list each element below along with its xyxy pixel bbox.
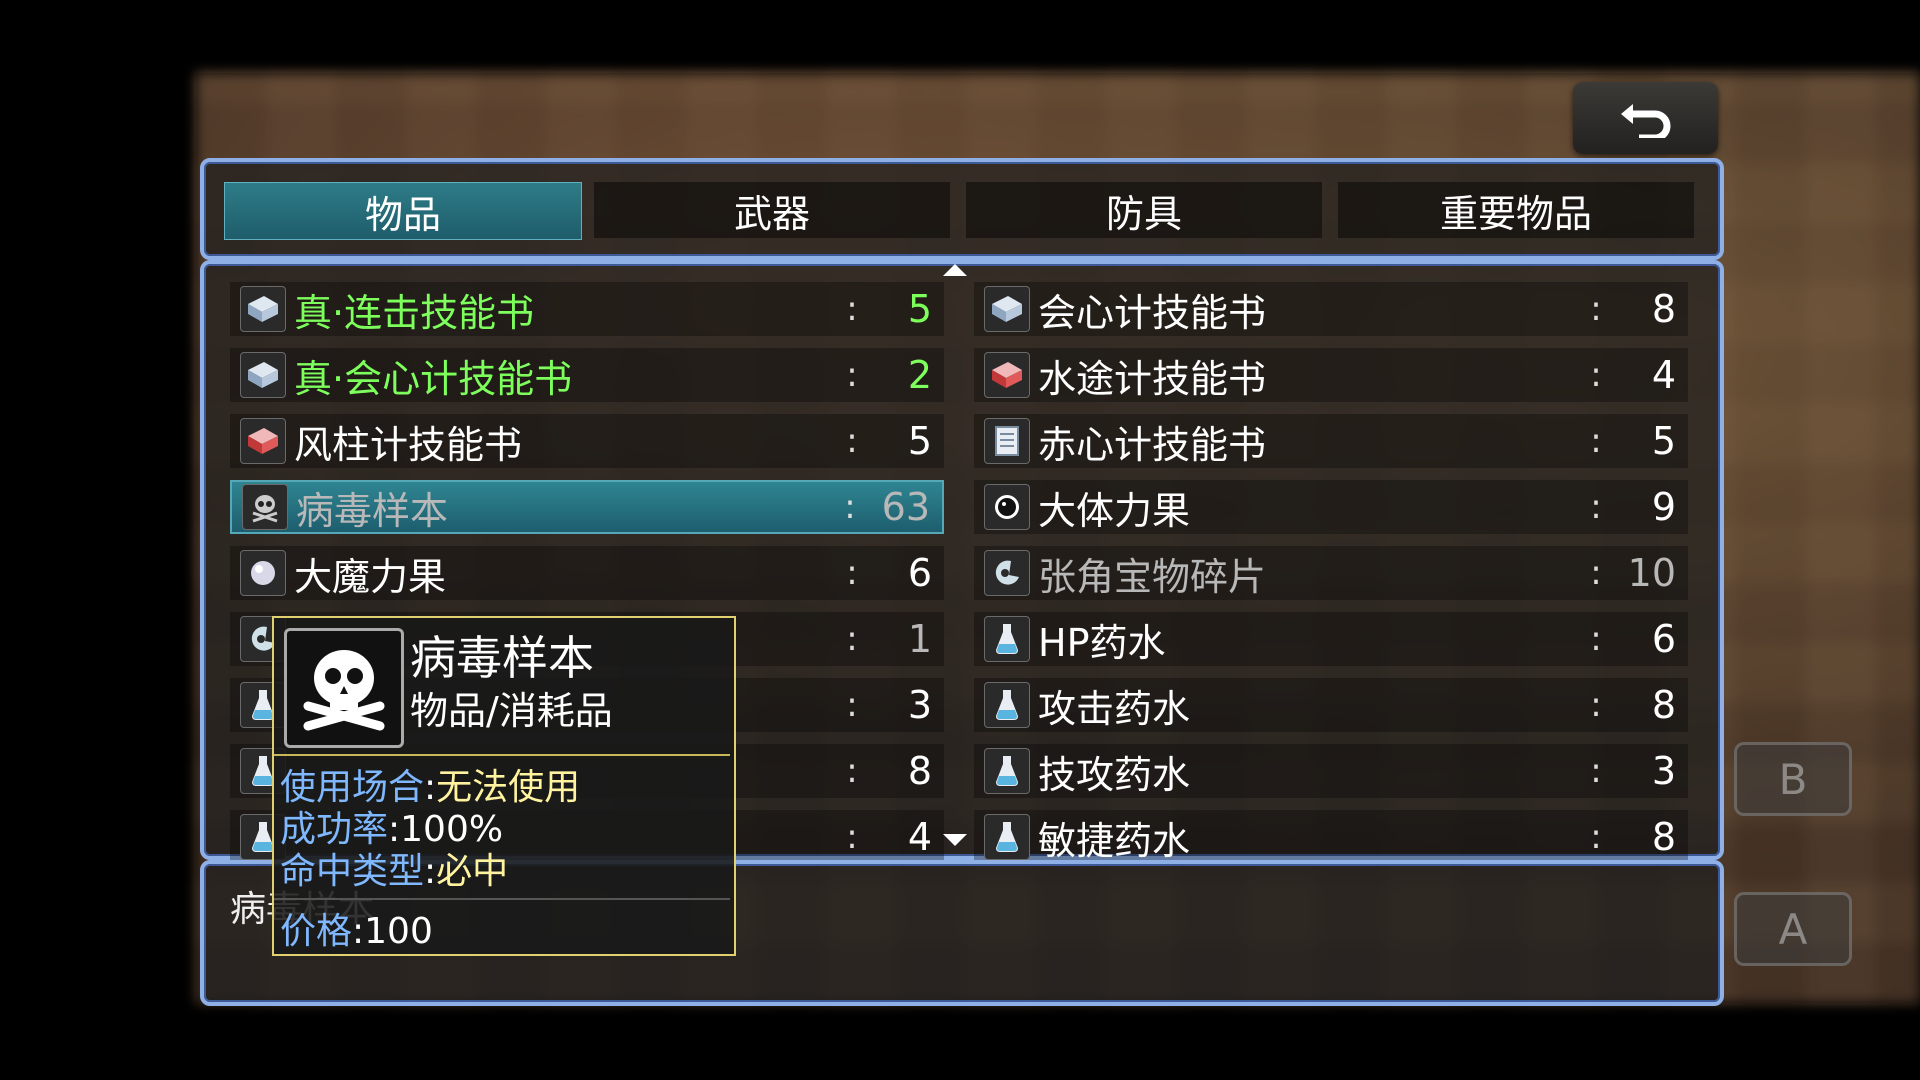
white-fruit-icon bbox=[240, 550, 286, 596]
item-name: 张角宝物碎片 bbox=[1038, 554, 1267, 599]
skull-icon bbox=[242, 484, 288, 530]
skull-crossbones-icon bbox=[284, 628, 404, 748]
item-count: 8 bbox=[1651, 287, 1676, 331]
item-slot-right-9[interactable]: 敏捷药水: 8 bbox=[974, 810, 1688, 864]
item-slot-left-4[interactable]: 病毒样本:63 bbox=[230, 480, 944, 534]
item-name: 大魔力果 bbox=[294, 554, 447, 599]
a-button[interactable]: A bbox=[1734, 892, 1852, 966]
item-count: 3 bbox=[1651, 749, 1676, 793]
tooltip-divider bbox=[274, 754, 730, 756]
count-separator: : bbox=[1590, 619, 1602, 659]
item-slot-right-3[interactable]: 赤心计技能书: 5 bbox=[974, 414, 1688, 468]
item-slot-left-1[interactable]: 真·连击技能书: 5 bbox=[230, 282, 944, 336]
red-book-icon bbox=[240, 418, 286, 464]
item-count: 10 bbox=[1627, 551, 1676, 595]
item-slot-left-2[interactable]: 真·会心计技能书: 2 bbox=[230, 348, 944, 402]
count-separator: : bbox=[846, 619, 858, 659]
count-separator: : bbox=[846, 553, 858, 593]
item-slot-right-8[interactable]: 技攻药水: 3 bbox=[974, 744, 1688, 798]
tooltip-item-name: 病毒样本 bbox=[410, 631, 594, 685]
potion-icon bbox=[984, 814, 1030, 860]
count-separator: : bbox=[846, 289, 858, 329]
count-separator: : bbox=[1590, 355, 1602, 395]
potion-icon bbox=[984, 748, 1030, 794]
count-separator: : bbox=[1590, 553, 1602, 593]
item-count: 8 bbox=[907, 749, 932, 793]
tooltip-hit-type: 命中类型:必中 bbox=[280, 851, 509, 892]
count-separator: : bbox=[1590, 751, 1602, 791]
item-name: 病毒样本 bbox=[296, 488, 449, 533]
scroll-icon bbox=[984, 418, 1030, 464]
item-name: 会心计技能书 bbox=[1038, 290, 1267, 335]
item-count: 5 bbox=[907, 419, 932, 463]
item-name: 技攻药水 bbox=[1038, 752, 1191, 797]
item-count: 63 bbox=[881, 485, 930, 529]
b-button[interactable]: B bbox=[1734, 742, 1852, 816]
count-separator: : bbox=[1590, 817, 1602, 857]
count-separator: : bbox=[844, 487, 856, 527]
tooltip-price: 价格:100 bbox=[280, 911, 433, 952]
item-name: HP药水 bbox=[1038, 620, 1166, 665]
potion-icon bbox=[984, 616, 1030, 662]
book-icon bbox=[240, 286, 286, 332]
tab-items[interactable]: 物品 bbox=[224, 182, 582, 240]
count-separator: : bbox=[1590, 289, 1602, 329]
item-name: 攻击药水 bbox=[1038, 686, 1191, 731]
count-separator: : bbox=[1590, 421, 1602, 461]
item-count: 5 bbox=[1651, 419, 1676, 463]
tab-weapons[interactable]: 武器 bbox=[594, 182, 950, 238]
item-count: 1 bbox=[907, 617, 932, 661]
item-tooltip: 病毒样本 物品/消耗品 使用场合:无法使用 成功率:100% 命中类型:必中 价… bbox=[272, 616, 736, 956]
item-name: 风柱计技能书 bbox=[294, 422, 523, 467]
item-name: 敏捷药水 bbox=[1038, 818, 1191, 863]
item-slot-right-5[interactable]: 张角宝物碎片:10 bbox=[974, 546, 1688, 600]
item-count: 5 bbox=[907, 287, 932, 331]
item-count: 6 bbox=[1651, 617, 1676, 661]
tooltip-divider-2 bbox=[274, 898, 730, 900]
item-slot-right-2[interactable]: 水途计技能书: 4 bbox=[974, 348, 1688, 402]
count-separator: : bbox=[846, 751, 858, 791]
item-count: 2 bbox=[907, 353, 932, 397]
item-count: 9 bbox=[1651, 485, 1676, 529]
item-slot-right-4[interactable]: 大体力果: 9 bbox=[974, 480, 1688, 534]
book-icon bbox=[984, 286, 1030, 332]
count-separator: : bbox=[846, 421, 858, 461]
item-slot-right-1[interactable]: 会心计技能书: 8 bbox=[974, 282, 1688, 336]
item-name: 真·连击技能书 bbox=[294, 290, 535, 335]
count-separator: : bbox=[846, 685, 858, 725]
item-count: 8 bbox=[1651, 683, 1676, 727]
item-name: 水途计技能书 bbox=[1038, 356, 1267, 401]
tab-armor[interactable]: 防具 bbox=[966, 182, 1322, 238]
scroll-down-arrow-icon[interactable] bbox=[943, 834, 967, 846]
item-count: 4 bbox=[1651, 353, 1676, 397]
item-slot-left-3[interactable]: 风柱计技能书: 5 bbox=[230, 414, 944, 468]
count-separator: : bbox=[846, 817, 858, 857]
tab-key-items[interactable]: 重要物品 bbox=[1338, 182, 1694, 238]
potion-icon bbox=[984, 682, 1030, 728]
item-count: 6 bbox=[907, 551, 932, 595]
count-separator: : bbox=[1590, 487, 1602, 527]
red-book-icon bbox=[984, 352, 1030, 398]
item-name: 真·会心计技能书 bbox=[294, 356, 573, 401]
item-slot-left-5[interactable]: 大魔力果: 6 bbox=[230, 546, 944, 600]
back-button[interactable] bbox=[1573, 82, 1718, 154]
count-separator: : bbox=[846, 355, 858, 395]
shard-icon bbox=[984, 550, 1030, 596]
category-tab-bar: 物品 武器 防具 重要物品 bbox=[200, 158, 1724, 260]
black-fruit-icon bbox=[984, 484, 1030, 530]
item-name: 赤心计技能书 bbox=[1038, 422, 1267, 467]
book-icon bbox=[240, 352, 286, 398]
item-count: 3 bbox=[907, 683, 932, 727]
count-separator: : bbox=[1590, 685, 1602, 725]
item-slot-right-6[interactable]: HP药水: 6 bbox=[974, 612, 1688, 666]
tooltip-item-type: 物品/消耗品 bbox=[410, 689, 613, 733]
item-count: 4 bbox=[907, 815, 932, 859]
item-count: 8 bbox=[1651, 815, 1676, 859]
scroll-up-arrow-icon[interactable] bbox=[943, 264, 967, 276]
item-slot-right-7[interactable]: 攻击药水: 8 bbox=[974, 678, 1688, 732]
item-name: 大体力果 bbox=[1038, 488, 1191, 533]
back-arrow-icon bbox=[1620, 104, 1670, 138]
